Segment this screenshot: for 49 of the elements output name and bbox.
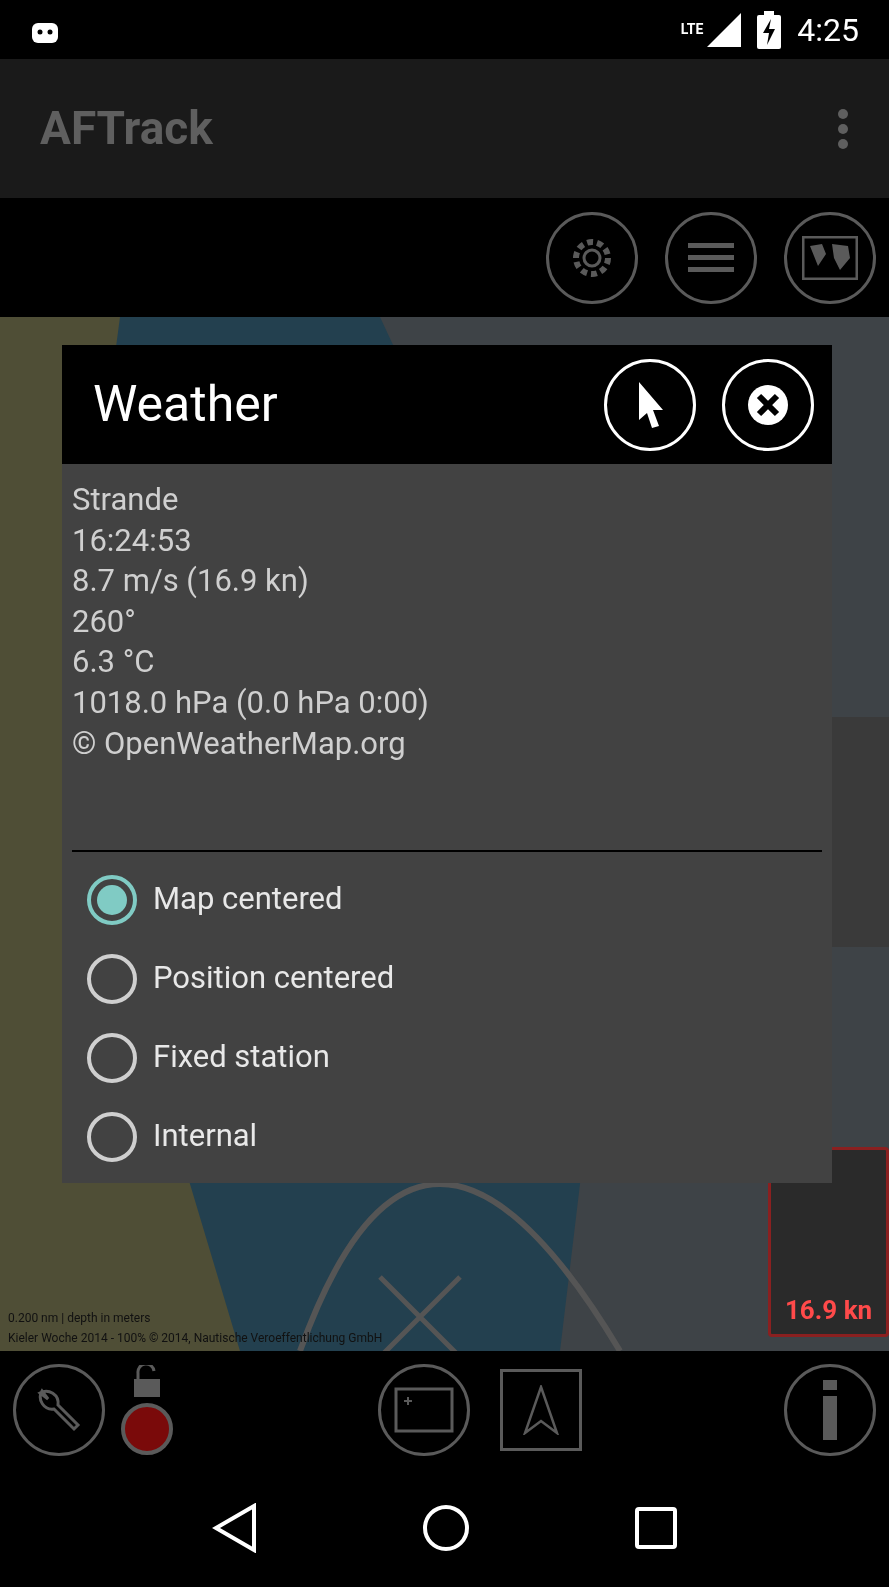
radio-button[interactable]: [87, 1032, 137, 1083]
more-options-icon[interactable]: [837, 108, 849, 149]
weather-info-line: 1018.0 hPa (0.0 hPa 0:00): [72, 682, 430, 723]
close-button[interactable]: [722, 358, 814, 451]
radio-option[interactable]: Map centered: [87, 860, 832, 939]
arrow-up-icon: [522, 1384, 559, 1435]
radio-button[interactable]: [87, 1111, 137, 1162]
padlock-icon[interactable]: [132, 1364, 162, 1397]
world-map-icon: [802, 235, 858, 280]
radio-option[interactable]: Fixed station: [87, 1018, 832, 1097]
weather-info-line: 6.3 °C: [72, 642, 156, 683]
weather-info-line: 16:24:53: [72, 520, 193, 561]
option-label: Map centered: [153, 879, 343, 920]
signal-icon: [707, 12, 742, 47]
world-map-button[interactable]: [784, 211, 876, 304]
back-icon[interactable]: [212, 1502, 259, 1553]
scale-label: 0.200 nm | depth in meters: [8, 1310, 151, 1327]
option-label: Internal: [153, 1116, 258, 1157]
option-label: Position centered: [153, 958, 395, 999]
tools-button[interactable]: [13, 1363, 105, 1456]
radio-option[interactable]: Internal: [87, 1097, 832, 1176]
network-label: LTE: [680, 20, 704, 39]
map-attribution: Kieler Woche 2014 - 100% © 2014, Nautische Veroeffentlichung GmbH: [8, 1330, 383, 1347]
menu-icon: [688, 242, 734, 273]
frame-icon: [393, 1386, 454, 1433]
menu-button[interactable]: [665, 211, 757, 304]
weather-info-line: 8.7 m/s (16.9 kn): [72, 561, 310, 602]
settings-button[interactable]: [546, 211, 638, 304]
info-icon: [820, 1379, 840, 1440]
radio-option[interactable]: Position centered: [87, 939, 832, 1018]
record-button[interactable]: [121, 1402, 173, 1455]
weather-info-line: Strande: [72, 480, 180, 520]
recents-icon[interactable]: [634, 1506, 677, 1549]
info-button[interactable]: [784, 1363, 876, 1456]
battery-charging-icon: [757, 10, 782, 49]
option-label: Fixed station: [153, 1037, 330, 1078]
map-view-button[interactable]: [377, 1363, 470, 1456]
close-icon: [748, 384, 788, 425]
radio-button[interactable]: [87, 953, 137, 1004]
dialog-title: Weather: [93, 374, 279, 435]
north-up-button[interactable]: [499, 1368, 582, 1451]
select-location-button[interactable]: [604, 358, 696, 451]
clock-time: 4:25: [797, 9, 859, 51]
app-title: AFTrack: [40, 100, 214, 157]
speed-value: 16.9 kn: [784, 1294, 873, 1327]
radio-button[interactable]: [87, 874, 137, 925]
weather-info-line: © OpenWeatherMap.org: [72, 723, 407, 764]
weather-info-line: 260°: [72, 601, 137, 642]
home-icon[interactable]: [422, 1503, 471, 1552]
